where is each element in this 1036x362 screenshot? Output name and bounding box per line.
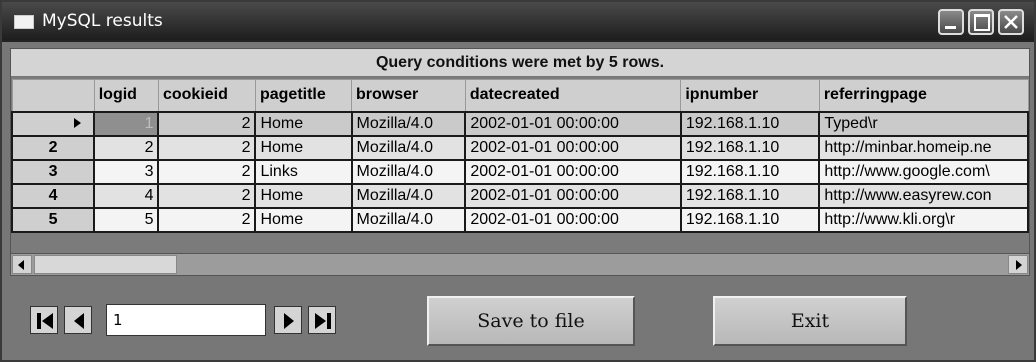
results-grid: Query conditions were met by 5 rows. log… [10, 48, 1030, 276]
cell-logid[interactable]: 5 [93, 206, 160, 233]
previous-record-icon [74, 313, 84, 329]
cell-browser[interactable]: Mozilla/4.0 [350, 182, 467, 209]
record-position-input[interactable] [106, 304, 266, 336]
cell-browser[interactable]: Mozilla/4.0 [350, 110, 467, 137]
column-header-logid[interactable]: logid [93, 79, 159, 112]
row-header[interactable]: 5 [11, 206, 96, 233]
cell-pagetitle[interactable]: Home [254, 182, 353, 209]
cell-datecreated[interactable]: 2002-01-01 00:00:00 [464, 182, 682, 209]
exit-button[interactable]: Exit [713, 296, 907, 346]
cell-ipnumber[interactable]: 192.168.1.10 [679, 182, 821, 209]
table-row[interactable]: 5 5 2 Home Mozilla/4.0 2002-01-01 00:00:00 192… [11, 206, 1029, 233]
cell-browser[interactable]: Mozilla/4.0 [350, 206, 467, 233]
cell-cookieid[interactable]: 2 [157, 158, 257, 185]
cell-pagetitle[interactable]: Links [254, 158, 353, 185]
scroll-left-button[interactable] [12, 255, 32, 274]
cell-datecreated[interactable]: 2002-01-01 00:00:00 [464, 158, 682, 185]
cell-pagetitle[interactable]: Home [254, 110, 353, 137]
cell-referringpage[interactable]: http://minbar.homeip.ne [818, 134, 1029, 161]
scroll-thumb[interactable] [34, 255, 177, 274]
last-record-icon [315, 313, 331, 329]
title-bar[interactable]: MySQL results [2, 2, 1034, 42]
row-header[interactable]: 2 [11, 134, 96, 161]
save-to-file-button[interactable]: Save to file [427, 296, 635, 346]
column-header-browser[interactable]: browser [351, 79, 466, 112]
cell-referringpage[interactable]: http://www.google.com\ [818, 158, 1029, 185]
table-row[interactable]: 2 2 2 Home Mozilla/4.0 2002-01-01 00:00:00 192… [11, 134, 1029, 161]
cell-datecreated[interactable]: 2002-01-01 00:00:00 [464, 134, 682, 161]
cell-referringpage[interactable]: http://www.easyrew.con [818, 182, 1029, 209]
mysql-results-window: MySQL results Query conditions were met … [0, 0, 1036, 362]
cell-browser[interactable]: Mozilla/4.0 [350, 134, 467, 161]
cell-ipnumber[interactable]: 192.168.1.10 [679, 110, 821, 137]
row-header[interactable] [11, 110, 96, 137]
cell-logid[interactable]: 1 [93, 110, 160, 137]
query-condition-message: Query conditions were met by 5 rows. [11, 49, 1029, 77]
previous-record-button[interactable] [64, 306, 92, 334]
header-row: logid cookieid pagetitle browser datecre… [11, 79, 1029, 112]
cell-referringpage[interactable]: http://www.kli.org\r [818, 206, 1029, 233]
column-header-referringpage[interactable]: referringpage [818, 79, 1029, 112]
next-record-icon [284, 313, 294, 329]
cell-datecreated[interactable]: 2002-01-01 00:00:00 [464, 206, 682, 233]
cell-pagetitle[interactable]: Home [254, 134, 353, 161]
cell-cookieid[interactable]: 2 [157, 206, 257, 233]
first-record-button[interactable] [30, 306, 58, 334]
column-header-ipnumber[interactable]: ipnumber [680, 79, 820, 112]
cell-browser[interactable]: Mozilla/4.0 [350, 158, 467, 185]
row-header[interactable]: 3 [11, 158, 96, 185]
first-record-icon [37, 313, 53, 329]
minimize-button[interactable] [938, 9, 964, 35]
results-table: logid cookieid pagetitle browser datecre… [11, 79, 1029, 233]
last-record-button[interactable] [308, 306, 336, 334]
column-header-pagetitle[interactable]: pagetitle [254, 79, 353, 112]
close-icon [1004, 15, 1018, 29]
cell-logid[interactable]: 2 [93, 134, 160, 161]
corner-header [11, 79, 95, 112]
column-header-datecreated[interactable]: datecreated [464, 79, 682, 112]
current-row-indicator-icon [73, 118, 81, 129]
cell-ipnumber[interactable]: 192.168.1.10 [679, 158, 821, 185]
close-button[interactable] [998, 9, 1024, 35]
cell-ipnumber[interactable]: 192.168.1.10 [679, 134, 821, 161]
cell-referringpage[interactable]: Typed\r [818, 110, 1029, 137]
row-header[interactable]: 4 [11, 182, 96, 209]
column-header-cookieid[interactable]: cookieid [157, 79, 256, 112]
table-row[interactable]: 4 4 2 Home Mozilla/4.0 2002-01-01 00:00:00 192… [11, 182, 1029, 209]
cell-cookieid[interactable]: 2 [157, 134, 257, 161]
cell-ipnumber[interactable]: 192.168.1.10 [679, 206, 821, 233]
scroll-right-button[interactable] [1008, 255, 1028, 274]
table-row[interactable]: 3 3 2 Links Mozilla/4.0 2002-01-01 00:00:00 19… [11, 158, 1029, 185]
table-row[interactable]: 1 2 Home Mozilla/4.0 2002-01-01 00:00:00 192.… [11, 110, 1029, 137]
cell-cookieid[interactable]: 2 [157, 182, 257, 209]
cell-logid[interactable]: 4 [93, 182, 160, 209]
window-icon [14, 15, 34, 29]
horizontal-scrollbar[interactable] [11, 253, 1029, 275]
window-title: MySQL results [42, 11, 163, 31]
cell-pagetitle[interactable]: Home [254, 206, 353, 233]
maximize-button[interactable] [968, 9, 994, 35]
cell-logid[interactable]: 3 [93, 158, 160, 185]
cell-cookieid[interactable]: 2 [157, 110, 257, 137]
next-record-button[interactable] [274, 306, 302, 334]
cell-datecreated[interactable]: 2002-01-01 00:00:00 [464, 110, 682, 137]
